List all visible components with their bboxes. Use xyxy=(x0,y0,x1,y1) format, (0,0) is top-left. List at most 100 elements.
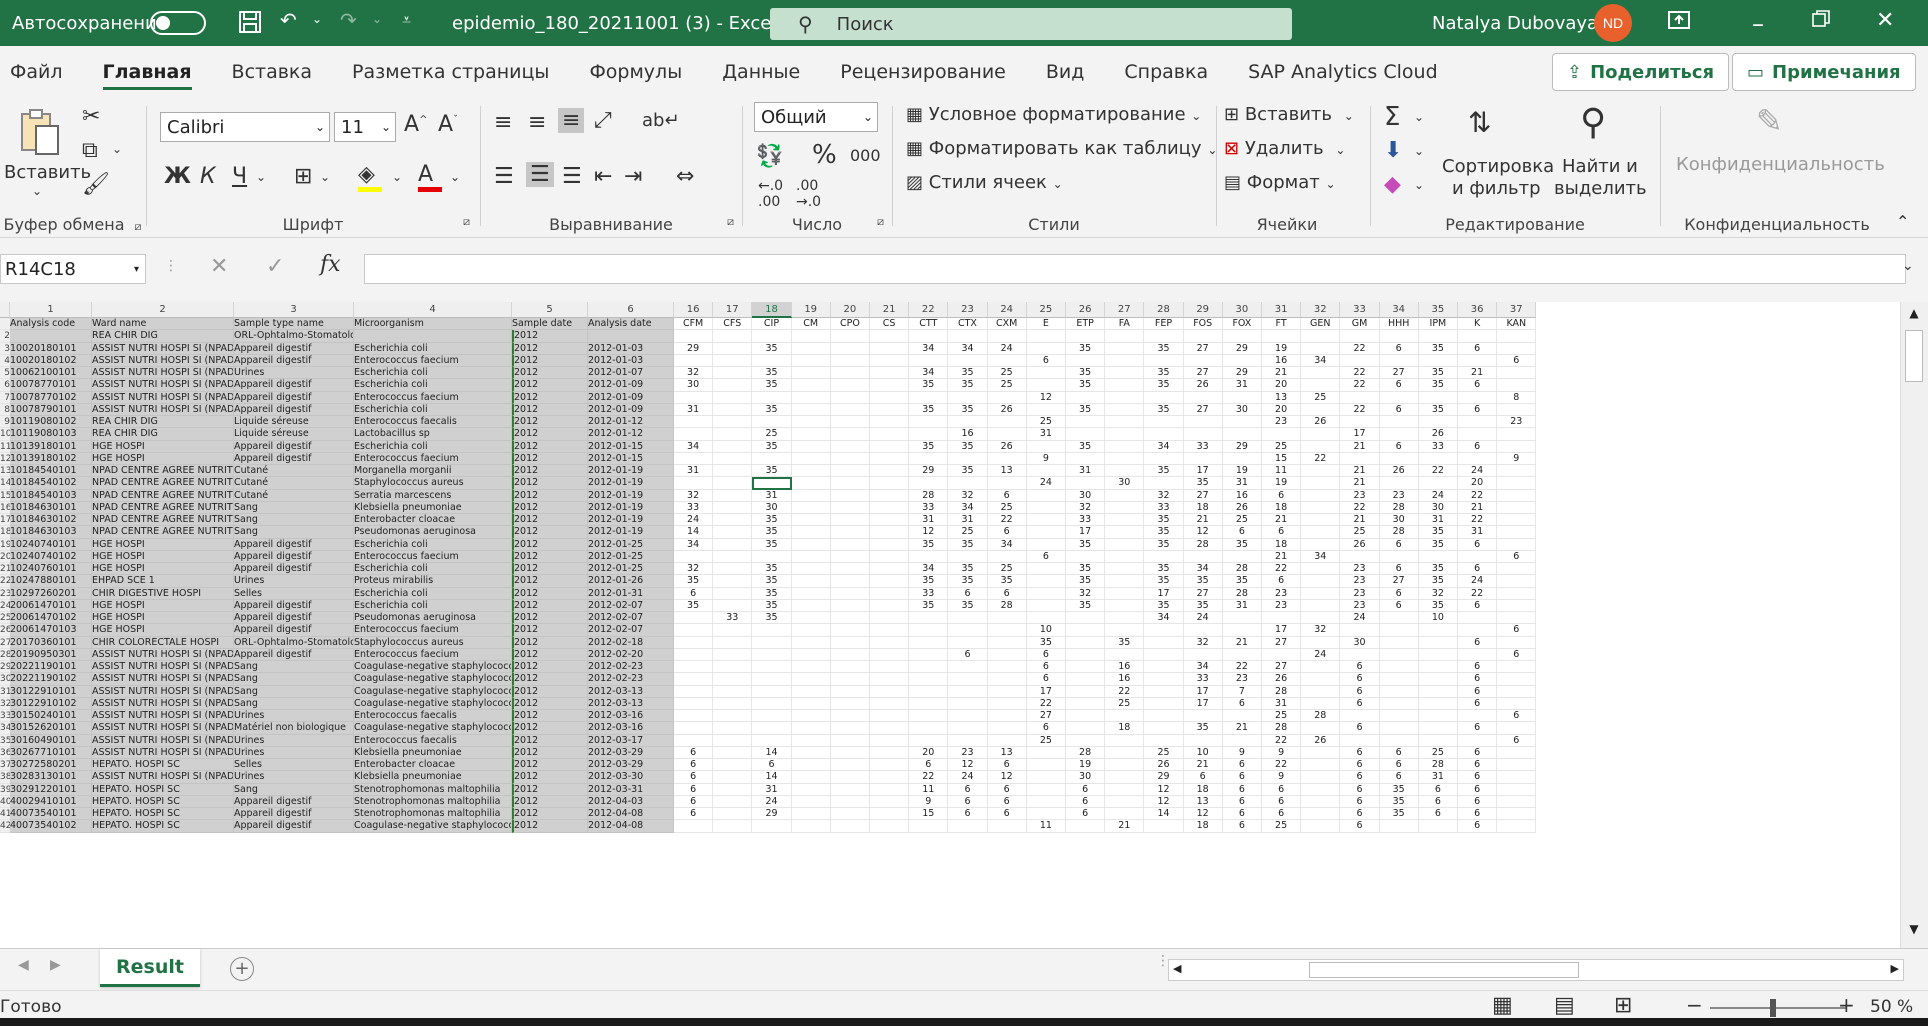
table-cell[interactable] xyxy=(1262,330,1302,343)
table-cell[interactable]: 13 xyxy=(1183,795,1223,808)
table-cell[interactable] xyxy=(752,330,792,343)
table-cell[interactable] xyxy=(674,612,714,625)
table-cell[interactable] xyxy=(1105,526,1145,539)
table-cell[interactable] xyxy=(1222,391,1262,404)
table-cell[interactable]: 2012-02-07 xyxy=(588,624,674,637)
table-cell[interactable] xyxy=(909,612,949,625)
table-cell[interactable]: 10184540102 xyxy=(10,477,92,490)
table-cell[interactable] xyxy=(909,477,949,490)
table-cell[interactable] xyxy=(791,538,831,551)
column-header[interactable]: 25 xyxy=(1026,302,1066,318)
table-cell[interactable]: 30 xyxy=(674,379,714,392)
table-cell[interactable] xyxy=(713,697,753,710)
table-cell[interactable] xyxy=(713,354,753,367)
table-cell[interactable] xyxy=(1379,550,1419,563)
row-header[interactable]: 21 xyxy=(0,563,10,576)
table-cell[interactable]: Appareil digestif xyxy=(234,440,354,453)
table-cell[interactable]: 35 xyxy=(1144,514,1184,527)
zoom-out-icon[interactable]: − xyxy=(1686,993,1703,1017)
table-cell[interactable]: 23 xyxy=(1379,489,1419,502)
table-cell[interactable]: Stenotrophomonas maltophilia xyxy=(354,783,512,796)
table-cell[interactable] xyxy=(870,624,910,637)
table-cell[interactable] xyxy=(1497,526,1537,539)
table-cell[interactable]: 17 xyxy=(1262,624,1302,637)
row-header[interactable]: 10 xyxy=(0,428,10,441)
table-cell[interactable]: 26 xyxy=(1262,673,1302,686)
table-cell[interactable] xyxy=(987,710,1027,723)
table-cell[interactable]: 6 xyxy=(1379,379,1419,392)
table-cell[interactable]: 25 xyxy=(1262,710,1302,723)
table-cell[interactable]: Coagulase-negative staphylococcus xyxy=(354,820,512,833)
table-cell[interactable]: 35 xyxy=(948,403,988,416)
table-cell[interactable] xyxy=(987,673,1027,686)
table-cell[interactable] xyxy=(1301,612,1341,625)
table-cell[interactable]: 6 xyxy=(1458,379,1498,392)
table-cell[interactable]: 6 xyxy=(1222,820,1262,833)
table-cell[interactable]: 2012 xyxy=(512,673,588,686)
table-cell[interactable]: 24 xyxy=(987,342,1027,355)
table-cell[interactable] xyxy=(870,538,910,551)
table-cell[interactable] xyxy=(791,820,831,833)
table-cell[interactable] xyxy=(1066,624,1106,637)
table-cell[interactable] xyxy=(1026,440,1066,453)
header-cell[interactable]: K xyxy=(1458,318,1498,331)
table-cell[interactable] xyxy=(909,722,949,735)
table-cell[interactable]: 6 xyxy=(752,759,792,772)
table-cell[interactable]: 31 xyxy=(1026,428,1066,441)
table-cell[interactable]: 12 xyxy=(1144,795,1184,808)
table-cell[interactable] xyxy=(1301,489,1341,502)
table-cell[interactable] xyxy=(1105,367,1145,380)
table-cell[interactable]: 6 xyxy=(987,526,1027,539)
table-cell[interactable] xyxy=(1497,440,1537,453)
table-cell[interactable] xyxy=(870,697,910,710)
table-cell[interactable]: 35 xyxy=(1418,563,1458,576)
table-cell[interactable]: 35 xyxy=(1066,379,1106,392)
comments-button[interactable]: ▭ Примечания xyxy=(1732,53,1916,91)
table-cell[interactable]: 35 xyxy=(752,367,792,380)
fill-dropdown-icon[interactable]: ⌄ xyxy=(392,170,402,184)
table-cell[interactable] xyxy=(1026,808,1066,821)
menu-insert[interactable]: Вставка xyxy=(212,46,333,98)
table-cell[interactable] xyxy=(830,379,870,392)
table-cell[interactable]: 35 xyxy=(1144,599,1184,612)
table-cell[interactable] xyxy=(830,575,870,588)
table-cell[interactable] xyxy=(870,795,910,808)
table-cell[interactable] xyxy=(752,648,792,661)
table-cell[interactable]: Enterococcus faecium xyxy=(354,391,512,404)
table-cell[interactable] xyxy=(1458,648,1498,661)
table-cell[interactable]: 28 xyxy=(987,599,1027,612)
table-cell[interactable]: 28 xyxy=(1222,563,1262,576)
table-cell[interactable]: 6 xyxy=(1026,354,1066,367)
table-cell[interactable]: 6 xyxy=(987,795,1027,808)
table-cell[interactable]: 35 xyxy=(1418,367,1458,380)
clear-dropdown-icon[interactable]: ⌄ xyxy=(1414,178,1424,192)
table-cell[interactable] xyxy=(791,428,831,441)
header-cell[interactable]: Sample type name xyxy=(234,318,354,331)
table-cell[interactable]: Appareil digestif xyxy=(234,538,354,551)
table-cell[interactable]: 28 xyxy=(1222,587,1262,600)
page-layout-view-icon[interactable]: ▤ xyxy=(1554,993,1575,1018)
table-cell[interactable]: 26 xyxy=(1418,428,1458,441)
header-cell[interactable]: CIP xyxy=(752,318,792,331)
table-cell[interactable]: ASSIST NUTRI HOSPI SI (NPAD) xyxy=(92,648,234,661)
table-cell[interactable]: 31 xyxy=(1458,526,1498,539)
table-cell[interactable]: 28 xyxy=(1262,685,1302,698)
table-cell[interactable] xyxy=(713,820,753,833)
italic-button[interactable]: К xyxy=(200,164,216,189)
table-cell[interactable] xyxy=(830,367,870,380)
table-cell[interactable] xyxy=(674,820,714,833)
table-cell[interactable]: 22 xyxy=(1026,697,1066,710)
table-cell[interactable] xyxy=(1301,563,1341,576)
confidentiality-button[interactable]: Конфиденциальность xyxy=(1676,154,1885,175)
table-cell[interactable]: 6 xyxy=(1222,783,1262,796)
table-cell[interactable]: 34 xyxy=(909,367,949,380)
table-cell[interactable] xyxy=(1458,330,1498,343)
table-cell[interactable] xyxy=(870,661,910,674)
table-cell[interactable] xyxy=(948,685,988,698)
table-cell[interactable]: Sang xyxy=(234,526,354,539)
insert-cells-button[interactable]: ⊞ Вставить ⌄ xyxy=(1224,104,1354,125)
table-cell[interactable]: 16 xyxy=(1262,354,1302,367)
table-cell[interactable]: ASSIST NUTRI HOSPI SI (NPAD) xyxy=(92,391,234,404)
table-cell[interactable]: 10184540103 xyxy=(10,489,92,502)
table-cell[interactable]: 2012 xyxy=(512,734,588,747)
